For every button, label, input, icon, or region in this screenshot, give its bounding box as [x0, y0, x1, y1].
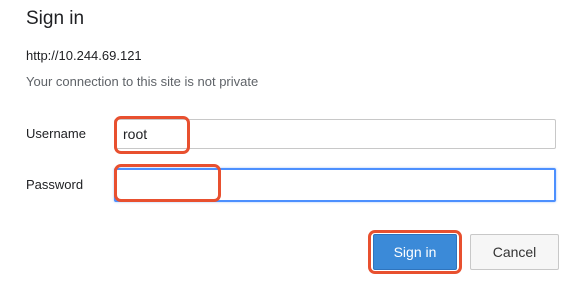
username-label: Username: [26, 126, 86, 141]
username-field[interactable]: [114, 119, 556, 149]
dialog-title: Sign in: [26, 8, 85, 29]
cancel-button[interactable]: Cancel: [470, 234, 559, 270]
auth-dialog: Sign in http://10.244.69.121 Your connec…: [0, 0, 573, 286]
sign-in-button[interactable]: Sign in: [373, 234, 457, 270]
password-label: Password: [26, 177, 84, 192]
connection-warning: Your connection to this site is not priv…: [26, 74, 259, 89]
site-origin: http://10.244.69.121: [26, 48, 142, 63]
password-field[interactable]: [114, 168, 556, 202]
